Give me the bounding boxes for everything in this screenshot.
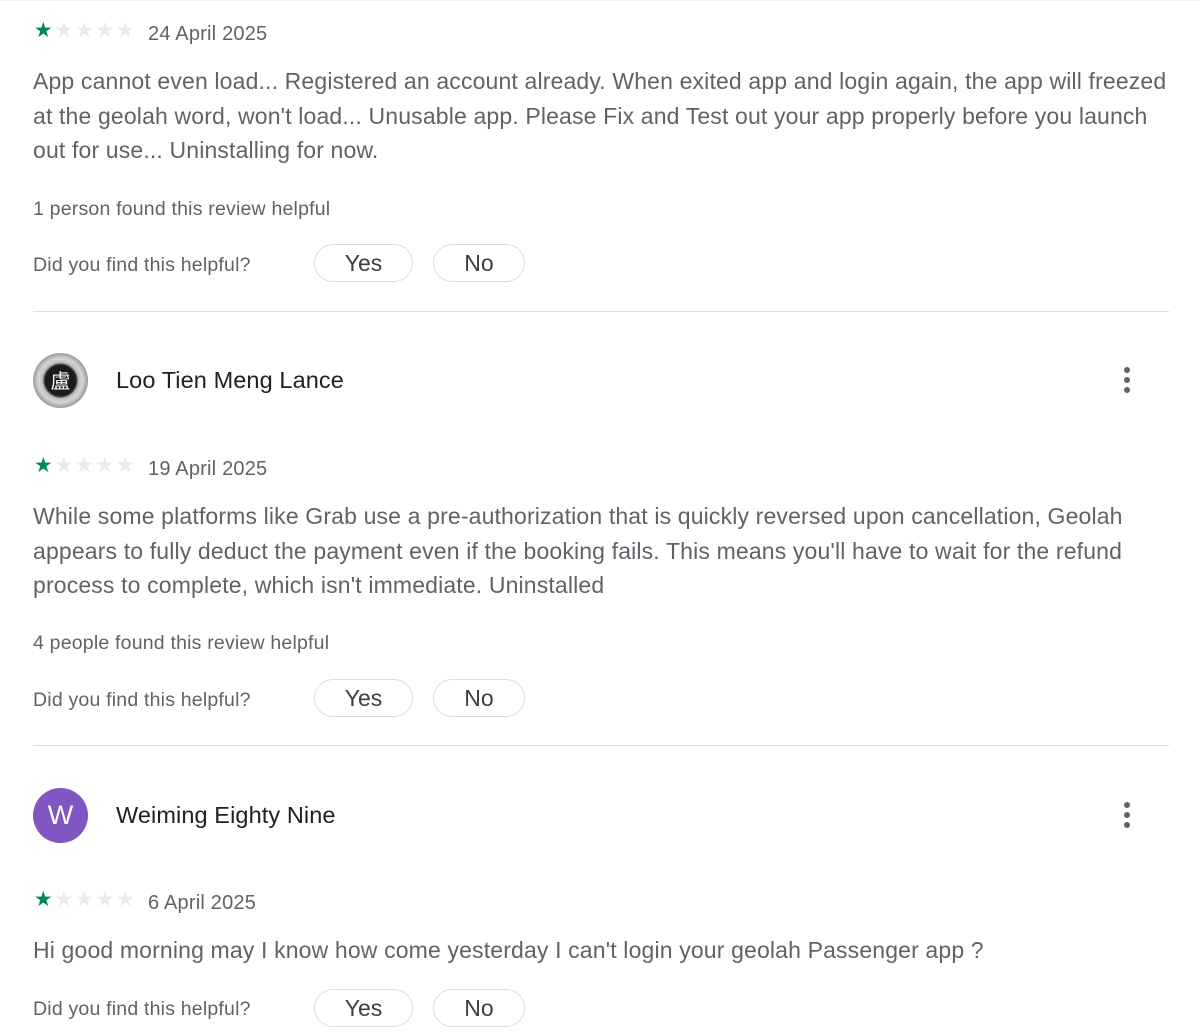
star-empty-icon: ★ xyxy=(95,888,115,911)
review-date: 19 April 2025 xyxy=(148,458,268,480)
star-empty-icon: ★ xyxy=(74,454,94,477)
helpful-no-button[interactable]: No xyxy=(433,244,525,282)
reviewer-name: Weiming Eighty Nine xyxy=(116,802,336,828)
star-empty-icon: ★ xyxy=(95,19,115,42)
review-date: 24 April 2025 xyxy=(148,23,268,45)
star-empty-icon: ★ xyxy=(115,19,135,42)
helpful-question: Did you find this helpful? xyxy=(33,254,251,276)
helpful-yes-button[interactable]: Yes xyxy=(314,989,413,1027)
star-empty-icon: ★ xyxy=(54,454,74,477)
star-rating: ★ ★ ★ ★ ★ xyxy=(33,455,136,477)
helpful-count: 4 people found this review helpful xyxy=(33,632,330,654)
star-empty-icon: ★ xyxy=(74,888,94,911)
star-empty-icon: ★ xyxy=(115,888,135,911)
helpful-question: Did you find this helpful? xyxy=(33,998,251,1020)
reviewer-name: Loo Tien Meng Lance xyxy=(116,367,344,393)
star-filled-icon: ★ xyxy=(33,454,53,477)
review-text: App cannot even load... Registered an ac… xyxy=(33,68,1167,163)
avatar-glyph: 盧 xyxy=(50,368,71,393)
review-divider xyxy=(33,311,1169,312)
review-date: 6 April 2025 xyxy=(148,892,257,914)
helpful-yes-button[interactable]: Yes xyxy=(314,679,413,717)
helpful-no-button[interactable]: No xyxy=(433,989,525,1027)
avatar: W xyxy=(33,788,88,843)
star-empty-icon: ★ xyxy=(95,454,115,477)
avatar: 盧 xyxy=(33,353,88,408)
star-empty-icon: ★ xyxy=(115,454,135,477)
helpful-yes-button[interactable]: Yes xyxy=(314,244,413,282)
review-divider xyxy=(33,745,1169,746)
more-options-icon[interactable] xyxy=(1112,800,1142,830)
star-empty-icon: ★ xyxy=(54,19,74,42)
star-filled-icon: ★ xyxy=(33,888,53,911)
star-rating: ★ ★ ★ ★ ★ xyxy=(33,20,136,42)
helpful-count: 1 person found this review helpful xyxy=(33,198,331,220)
star-rating: ★ ★ ★ ★ ★ xyxy=(33,889,136,911)
review-text: Hi good morning may I know how come yest… xyxy=(33,937,984,963)
star-empty-icon: ★ xyxy=(54,888,74,911)
star-empty-icon: ★ xyxy=(74,19,94,42)
star-filled-icon: ★ xyxy=(33,19,53,42)
top-divider xyxy=(0,0,1200,1)
review-text: While some platforms like Grab use a pre… xyxy=(33,503,1123,598)
helpful-question: Did you find this helpful? xyxy=(33,689,251,711)
more-options-icon[interactable] xyxy=(1112,365,1142,395)
helpful-no-button[interactable]: No xyxy=(433,679,525,717)
